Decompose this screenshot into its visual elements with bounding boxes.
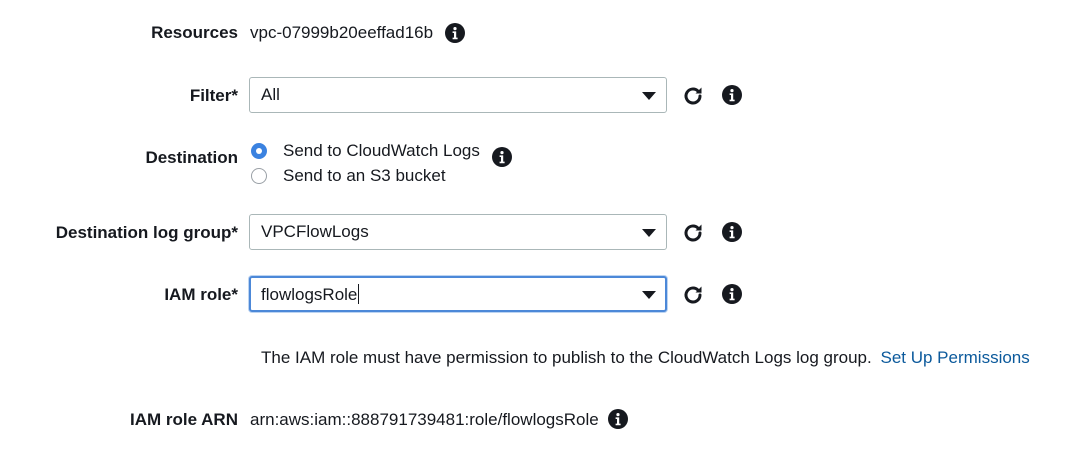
log-group-select[interactable]: VPCFlowLogs: [249, 214, 667, 250]
set-up-permissions-link[interactable]: Set Up Permissions: [880, 348, 1029, 367]
iam-role-help-text: The IAM role must have permission to pub…: [261, 348, 1030, 368]
info-icon[interactable]: [492, 147, 512, 167]
log-group-label: Destination log group*: [55, 223, 238, 242]
resources-label: Resources: [151, 23, 238, 42]
info-icon[interactable]: [445, 23, 465, 43]
log-group-select-value: VPCFlowLogs: [261, 222, 369, 241]
iam-role-select[interactable]: flowlogsRole: [249, 276, 667, 312]
info-icon[interactable]: [608, 409, 628, 429]
info-icon[interactable]: [722, 85, 742, 105]
radio-button-selected[interactable]: [251, 143, 267, 159]
resources-value: vpc-07999b20eeffad16b: [250, 23, 434, 42]
iam-role-select-value: flowlogsRole: [261, 284, 360, 304]
info-icon[interactable]: [722, 222, 742, 242]
help-text: The IAM role must have permission to pub…: [261, 348, 872, 367]
filter-select-value: All: [261, 85, 280, 104]
refresh-icon[interactable]: [681, 221, 705, 245]
filter-select[interactable]: All: [249, 77, 667, 113]
radio-label-s3: Send to an S3 bucket: [283, 166, 446, 185]
refresh-icon[interactable]: [681, 84, 705, 108]
iam-role-label: IAM role*: [164, 285, 238, 304]
info-icon[interactable]: [722, 284, 742, 304]
destination-label: Destination: [145, 148, 238, 167]
iam-role-arn-label: IAM role ARN: [130, 410, 238, 429]
radio-button-unselected[interactable]: [251, 168, 267, 184]
chevron-down-icon: [642, 92, 656, 100]
text-cursor: [358, 284, 360, 304]
iam-role-arn-value: arn:aws:iam::888791739481:role/flowlogsR…: [250, 410, 599, 429]
refresh-icon[interactable]: [681, 283, 705, 307]
chevron-down-icon: [642, 291, 656, 299]
chevron-down-icon: [642, 229, 656, 237]
radio-label-cloudwatch: Send to CloudWatch Logs: [283, 141, 480, 160]
filter-label: Filter*: [189, 86, 238, 105]
